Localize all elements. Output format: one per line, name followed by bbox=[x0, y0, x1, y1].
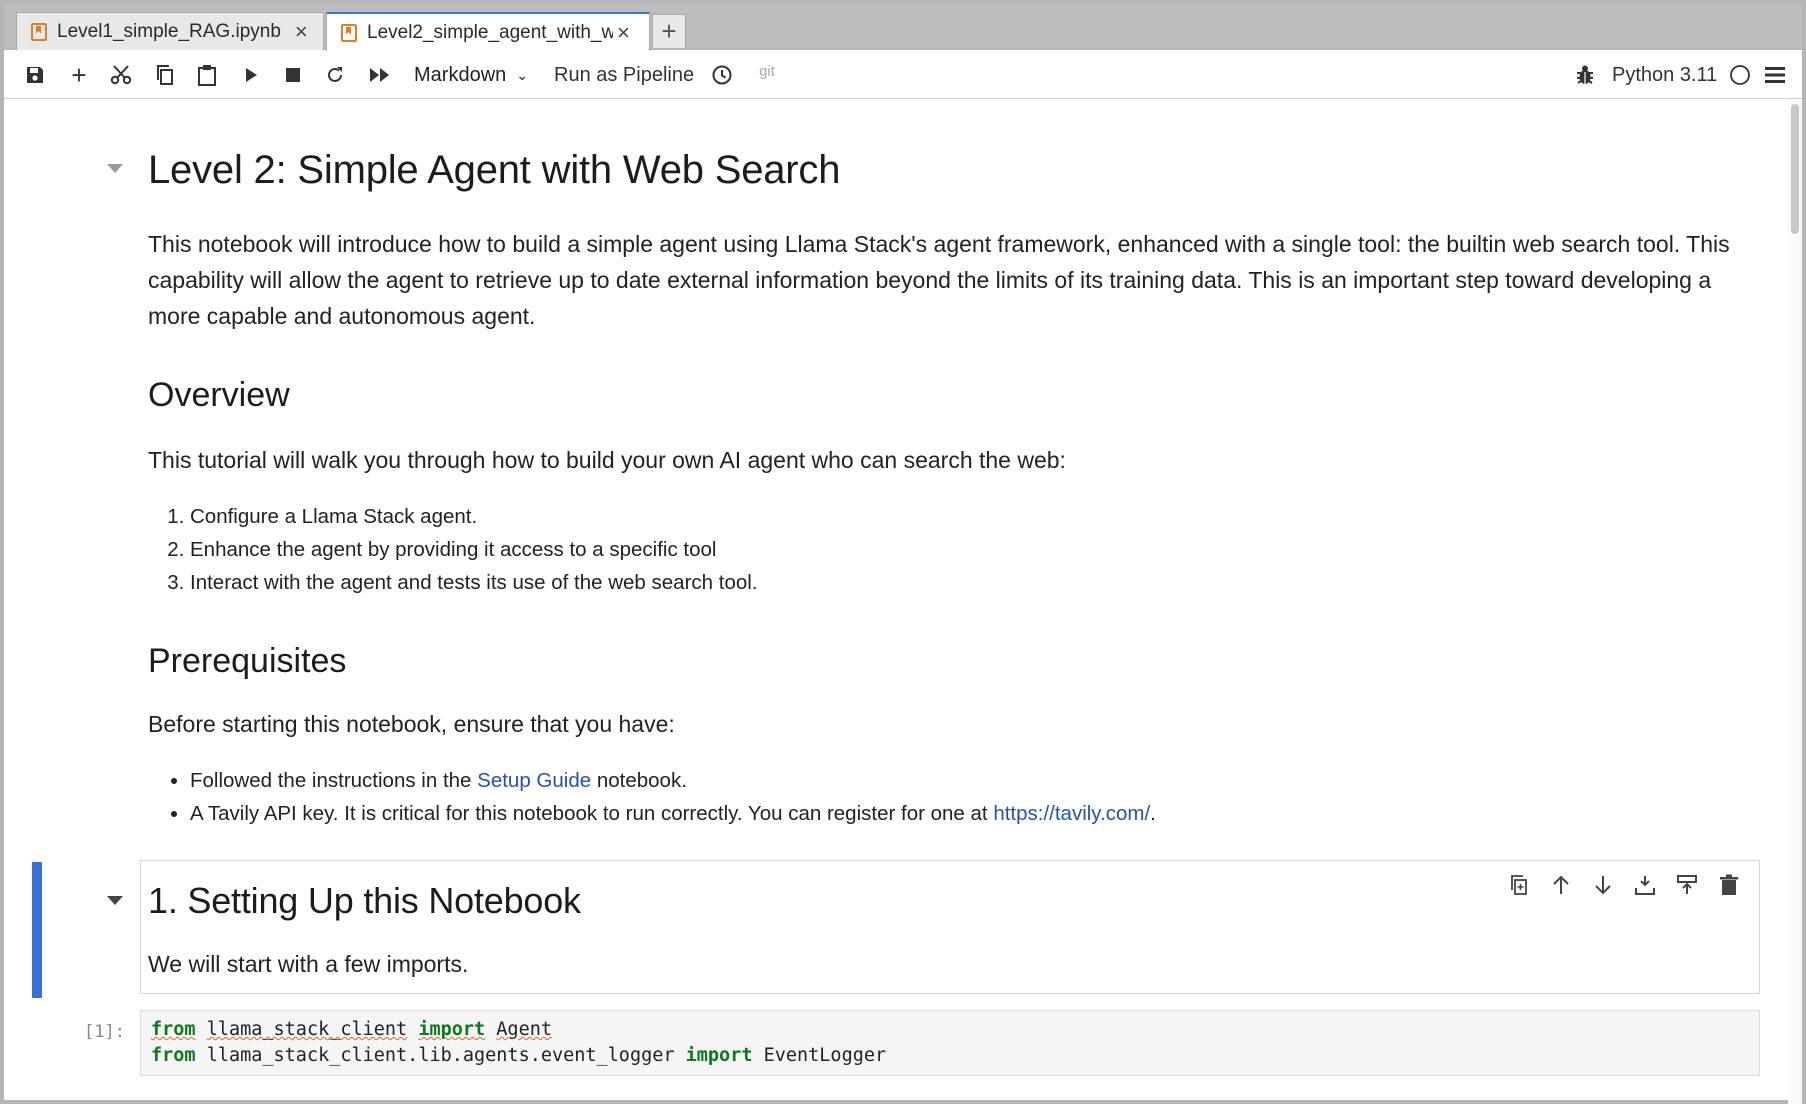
notebook-icon bbox=[31, 22, 47, 41]
setup-guide-link[interactable]: Setup Guide bbox=[477, 769, 591, 792]
list-item: Interact with the agent and tests its us… bbox=[190, 566, 1728, 599]
git-label[interactable]: git bbox=[750, 47, 784, 95]
save-icon[interactable] bbox=[18, 51, 52, 99]
import-name: EventLogger bbox=[763, 1045, 887, 1066]
import-name: Agent bbox=[496, 1019, 552, 1040]
list-item: Configure a Llama Stack agent. bbox=[190, 500, 1728, 533]
tab-label: Level2_simple_agent_with_w bbox=[367, 21, 613, 43]
cell-type-select[interactable]: Markdown ⌄ bbox=[414, 51, 542, 99]
list-item-text: Followed the instructions in the bbox=[190, 769, 478, 792]
close-icon[interactable]: × bbox=[617, 21, 630, 44]
list-item: Followed the instructions in the Setup G… bbox=[190, 764, 1728, 797]
run-icon[interactable] bbox=[234, 51, 268, 99]
chevron-down-icon: ⌄ bbox=[516, 66, 528, 83]
code-line-1: from llama_stack_client import Agent bbox=[151, 1019, 552, 1040]
clock-icon[interactable] bbox=[706, 51, 738, 99]
insert-above-icon[interactable] bbox=[1672, 870, 1702, 900]
tavily-link[interactable]: https://tavily.com/ bbox=[993, 802, 1150, 825]
prerequisites-list: Followed the instructions in the Setup G… bbox=[148, 764, 1728, 830]
menu-icon[interactable] bbox=[1760, 51, 1790, 99]
cell-actions bbox=[1504, 870, 1744, 900]
delete-cell-icon[interactable] bbox=[1714, 870, 1744, 900]
tab-label: Level1_simple_RAG.ipynb bbox=[57, 20, 281, 42]
bug-icon[interactable] bbox=[1568, 51, 1602, 99]
list-item: Enhance the agent by providing it access… bbox=[190, 533, 1728, 566]
list-item-text: . bbox=[1150, 802, 1156, 825]
kernel-status-icon bbox=[1726, 51, 1754, 99]
list-item-text: notebook. bbox=[591, 769, 687, 792]
run-as-pipeline-button[interactable]: Run as Pipeline bbox=[554, 51, 698, 99]
steps-list: Configure a Llama Stack agent. Enhance t… bbox=[148, 500, 1728, 599]
add-cell-icon[interactable]: + bbox=[62, 51, 96, 99]
tab-bar: Level1_simple_RAG.ipynb × Level2_simple_… bbox=[4, 4, 1802, 51]
intro-paragraph: This notebook will introduce how to buil… bbox=[148, 231, 1730, 329]
copy-icon[interactable] bbox=[148, 51, 182, 99]
module-name: llama_stack_client bbox=[206, 1019, 408, 1040]
setup-text: We will start with a few imports. bbox=[148, 951, 469, 977]
keyword: import bbox=[418, 1019, 486, 1040]
prerequisites-heading: Prerequisites bbox=[148, 642, 347, 680]
active-cell-indicator bbox=[32, 862, 42, 998]
paste-icon[interactable] bbox=[190, 51, 224, 99]
overview-text: This tutorial will walk you through how … bbox=[148, 447, 1066, 473]
fast-forward-icon[interactable] bbox=[362, 51, 398, 99]
jupyter-window: Level1_simple_RAG.ipynb × Level2_simple_… bbox=[0, 0, 1806, 1104]
tab-level1[interactable]: Level1_simple_RAG.ipynb × bbox=[16, 12, 324, 50]
kernel-name[interactable]: Python 3.11 bbox=[1612, 51, 1730, 99]
insert-below-icon[interactable] bbox=[1630, 870, 1660, 900]
cell-type-label: Markdown bbox=[414, 63, 507, 86]
keyword: from bbox=[151, 1019, 196, 1040]
keyword: from bbox=[151, 1045, 196, 1066]
collapse-icon[interactable] bbox=[107, 164, 123, 173]
scrollbar-thumb[interactable] bbox=[1791, 104, 1799, 234]
list-item-text: A Tavily API key. It is critical for thi… bbox=[190, 802, 994, 825]
stop-icon[interactable] bbox=[276, 51, 310, 99]
move-down-icon[interactable] bbox=[1588, 870, 1618, 900]
overview-heading: Overview bbox=[148, 376, 290, 414]
tab-level2[interactable]: Level2_simple_agent_with_w × bbox=[326, 12, 650, 51]
setup-heading: 1. Setting Up this Notebook bbox=[148, 880, 581, 921]
new-tab-button[interactable]: + bbox=[652, 14, 686, 48]
list-item: A Tavily API key. It is critical for thi… bbox=[190, 797, 1728, 830]
keyword: import bbox=[685, 1045, 753, 1066]
duplicate-cell-icon[interactable] bbox=[1504, 870, 1534, 900]
collapse-icon[interactable] bbox=[107, 896, 123, 905]
restart-icon[interactable] bbox=[318, 51, 352, 99]
module-name: llama_stack_client.lib.agents.event_logg… bbox=[206, 1045, 675, 1066]
move-up-icon[interactable] bbox=[1546, 870, 1576, 900]
vertical-scrollbar[interactable] bbox=[1788, 100, 1802, 1104]
prerequisites-text: Before starting this notebook, ensure th… bbox=[148, 711, 675, 737]
execution-count: [1]: bbox=[84, 1022, 125, 1042]
close-icon[interactable]: × bbox=[295, 20, 308, 43]
notebook-toolbar: + Markdown ⌄ Run as Pipeline git Python … bbox=[4, 51, 1802, 99]
cut-icon[interactable] bbox=[104, 51, 138, 99]
code-line-2: from llama_stack_client.lib.agents.event… bbox=[151, 1045, 886, 1066]
notebook-content[interactable]: Level 2: Simple Agent with Web Search Th… bbox=[4, 100, 1802, 1104]
code-cell[interactable]: from llama_stack_client import Agent fro… bbox=[140, 1010, 1760, 1076]
notebook-icon bbox=[341, 23, 357, 42]
notebook-title: Level 2: Simple Agent with Web Search bbox=[148, 148, 841, 192]
